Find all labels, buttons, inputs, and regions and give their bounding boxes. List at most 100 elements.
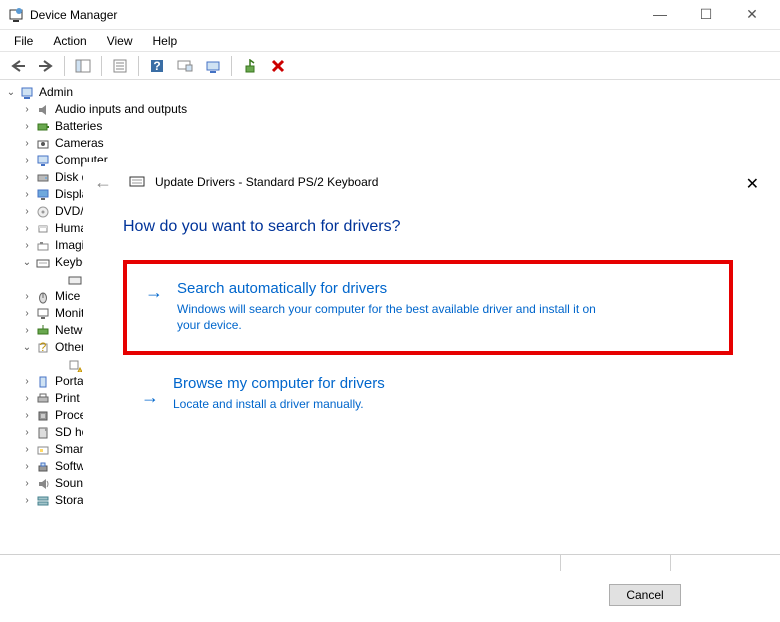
toolbar-back-button[interactable] xyxy=(6,54,30,78)
monitor-icon xyxy=(35,306,51,322)
toolbar-update-driver-button[interactable] xyxy=(201,54,225,78)
tree-root[interactable]: ⌄Admin xyxy=(4,84,780,101)
dialog-question: How do you want to search for drivers? xyxy=(123,218,733,236)
app-icon xyxy=(8,7,24,23)
toggle-icon[interactable]: › xyxy=(20,322,34,339)
toolbar-enable-device-button[interactable] xyxy=(238,54,262,78)
mouse-icon xyxy=(35,289,51,305)
menu-bar: File Action View Help xyxy=(0,30,780,52)
toolbar-separator xyxy=(64,56,65,76)
cpu-icon xyxy=(35,408,51,424)
menu-file[interactable]: File xyxy=(6,32,41,50)
keyboard-icon xyxy=(129,174,145,190)
storage-icon xyxy=(35,493,51,509)
option-title: Search automatically for drivers xyxy=(177,280,711,297)
toolbar-forward-button[interactable] xyxy=(34,54,58,78)
toggle-icon[interactable]: › xyxy=(20,169,34,186)
dialog-title: Update Drivers - Standard PS/2 Keyboard xyxy=(155,175,378,189)
content-area: ⌄Admin›Audio inputs and outputs›Batterie… xyxy=(0,80,780,554)
warn-icon xyxy=(67,357,83,373)
toggle-icon[interactable]: ⌄ xyxy=(20,339,34,356)
tree-item-label: Batteries xyxy=(55,118,102,135)
smartcard-icon xyxy=(35,442,51,458)
toolbar-show-hide-button[interactable] xyxy=(71,54,95,78)
display-icon xyxy=(35,187,51,203)
dialog-header: ← Update Drivers - Standard PS/2 Keyboar… xyxy=(83,162,773,202)
option-description: Windows will search your computer for th… xyxy=(177,301,597,333)
toggle-icon[interactable]: › xyxy=(20,475,34,492)
toolbar-scan-button[interactable] xyxy=(173,54,197,78)
audio-icon xyxy=(35,102,51,118)
toggle-icon[interactable]: ⌄ xyxy=(20,254,34,271)
toggle-icon[interactable]: › xyxy=(20,373,34,390)
sound-icon xyxy=(35,476,51,492)
tree-item-label: Audio inputs and outputs xyxy=(55,101,187,118)
toolbar-separator xyxy=(138,56,139,76)
toggle-icon[interactable]: › xyxy=(20,237,34,254)
toggle-icon[interactable]: › xyxy=(20,305,34,322)
sd-icon xyxy=(35,425,51,441)
menu-help[interactable]: Help xyxy=(145,32,186,50)
battery-icon xyxy=(35,119,51,135)
camera-icon xyxy=(35,136,51,152)
option-browse-computer[interactable]: → Browse my computer for drivers Locate … xyxy=(123,369,733,430)
toolbar-uninstall-button[interactable] xyxy=(266,54,290,78)
option-search-automatically[interactable]: → Search automatically for drivers Windo… xyxy=(123,260,733,355)
toggle-icon[interactable]: › xyxy=(20,118,34,135)
maximize-button[interactable]: ☐ xyxy=(692,6,720,23)
menu-view[interactable]: View xyxy=(99,32,141,50)
portable-icon xyxy=(35,374,51,390)
arrow-icon: → xyxy=(145,282,163,303)
toolbar-separator xyxy=(101,56,102,76)
network-icon xyxy=(35,323,51,339)
tree-item[interactable]: › Cameras xyxy=(4,135,780,152)
cancel-button[interactable]: Cancel xyxy=(609,584,681,606)
update-driver-dialog: ✕ ← Update Drivers - Standard PS/2 Keybo… xyxy=(83,162,773,622)
option-description: Locate and install a driver manually. xyxy=(173,396,593,412)
toggle-icon[interactable]: › xyxy=(20,101,34,118)
minimize-button[interactable]: — xyxy=(646,6,674,23)
tree-item-label: Cameras xyxy=(55,135,104,152)
option-title: Browse my computer for drivers xyxy=(173,375,715,392)
status-bar xyxy=(0,554,780,571)
keyboard-item-icon xyxy=(67,272,83,288)
toggle-icon[interactable]: › xyxy=(20,220,34,237)
computer-icon xyxy=(35,153,51,169)
dialog-close-button[interactable]: ✕ xyxy=(746,174,759,194)
computer-icon xyxy=(19,85,35,101)
toolbar-properties-button[interactable] xyxy=(108,54,132,78)
svg-text:?: ? xyxy=(40,341,47,354)
dvd-icon xyxy=(35,204,51,220)
toggle-icon[interactable]: › xyxy=(20,441,34,458)
disk-icon xyxy=(35,170,51,186)
window-controls: — ☐ ✕ xyxy=(646,6,772,23)
dialog-back-button[interactable]: ← xyxy=(91,172,115,193)
other-icon: ? xyxy=(35,340,51,356)
software-icon xyxy=(35,459,51,475)
close-window-button[interactable]: ✕ xyxy=(738,6,766,23)
toggle-icon[interactable]: › xyxy=(20,152,34,169)
toolbar-separator xyxy=(231,56,232,76)
toggle-icon[interactable]: › xyxy=(20,186,34,203)
toggle-icon[interactable]: › xyxy=(20,203,34,220)
arrow-icon: → xyxy=(141,387,159,408)
toggle-icon[interactable]: › xyxy=(20,288,34,305)
toggle-icon[interactable]: › xyxy=(20,135,34,152)
svg-text:?: ? xyxy=(153,59,160,73)
tree-item[interactable]: › Audio inputs and outputs xyxy=(4,101,780,118)
keyboard-icon xyxy=(35,255,51,271)
toggle-icon[interactable]: › xyxy=(20,424,34,441)
window-title: Device Manager xyxy=(30,8,646,22)
toggle-icon[interactable]: › xyxy=(20,492,34,509)
toolbar: ? xyxy=(0,52,780,80)
tree-item[interactable]: › Batteries xyxy=(4,118,780,135)
imaging-icon xyxy=(35,238,51,254)
menu-action[interactable]: Action xyxy=(45,32,94,50)
tree-root-label: Admin xyxy=(39,84,73,101)
hid-icon xyxy=(35,221,51,237)
toggle-icon[interactable]: › xyxy=(20,407,34,424)
toolbar-help-button[interactable]: ? xyxy=(145,54,169,78)
toggle-icon[interactable]: › xyxy=(20,390,34,407)
printer-icon xyxy=(35,391,51,407)
toggle-icon[interactable]: › xyxy=(20,458,34,475)
